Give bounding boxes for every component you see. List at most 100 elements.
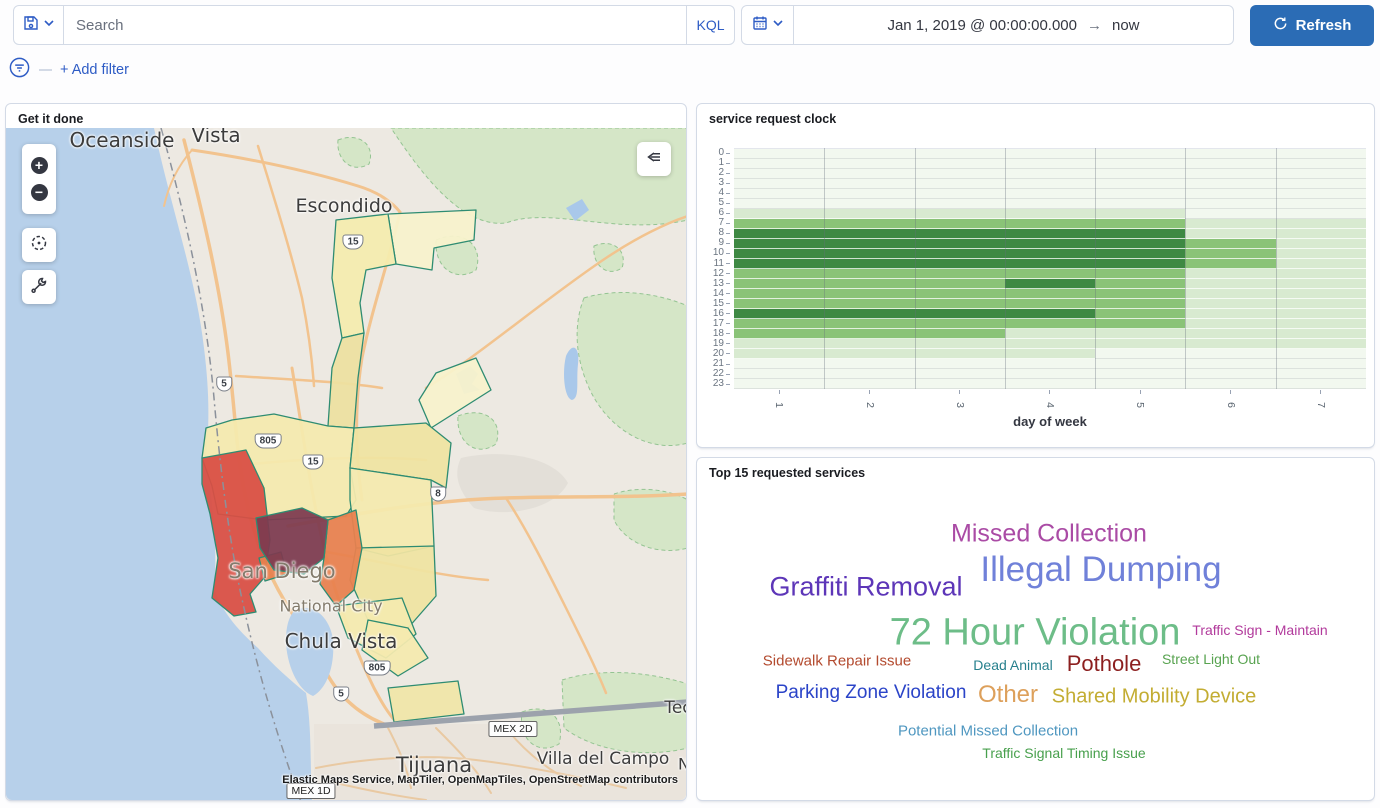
tagcloud-word[interactable]: Other xyxy=(978,681,1038,709)
heatmap-cell[interactable] xyxy=(1276,239,1366,249)
legend-toggle-button[interactable] xyxy=(637,142,671,176)
heatmap-cell[interactable] xyxy=(915,219,1005,229)
heatmap-cell[interactable] xyxy=(734,249,824,259)
heatmap-cell[interactable] xyxy=(824,359,914,369)
heatmap-cell[interactable] xyxy=(1276,169,1366,179)
heatmap-cell[interactable] xyxy=(1185,249,1275,259)
heatmap-cell[interactable] xyxy=(915,339,1005,349)
heatmap-cell[interactable] xyxy=(915,159,1005,169)
heatmap-cell[interactable] xyxy=(1095,159,1185,169)
heatmap-cell[interactable] xyxy=(1005,159,1095,169)
heatmap-cell[interactable] xyxy=(1005,289,1095,299)
tagcloud-word[interactable]: Street Light Out xyxy=(1162,651,1260,667)
add-filter-button[interactable]: + Add filter xyxy=(60,62,129,78)
heatmap-cell[interactable] xyxy=(915,319,1005,329)
tagcloud-word[interactable]: Shared Mobility Device xyxy=(1052,686,1257,709)
heatmap-cell[interactable] xyxy=(1095,149,1185,159)
heatmap-cell[interactable] xyxy=(1095,219,1185,229)
heatmap-cell[interactable] xyxy=(1185,369,1275,379)
heatmap-cell[interactable] xyxy=(1276,329,1366,339)
heatmap-cell[interactable] xyxy=(915,209,1005,219)
heatmap-cell[interactable] xyxy=(1185,169,1275,179)
heatmap-cell[interactable] xyxy=(824,169,914,179)
heatmap-cell[interactable] xyxy=(1276,199,1366,209)
heatmap-cell[interactable] xyxy=(734,239,824,249)
heatmap-cell[interactable] xyxy=(1005,379,1095,389)
heatmap-cell[interactable] xyxy=(824,279,914,289)
heatmap-cell[interactable] xyxy=(1276,259,1366,269)
heatmap-cell[interactable] xyxy=(1095,209,1185,219)
heatmap-cell[interactable] xyxy=(734,349,824,359)
heatmap-cell[interactable] xyxy=(824,149,914,159)
heatmap-cell[interactable] xyxy=(1095,169,1185,179)
heatmap-cell[interactable] xyxy=(824,379,914,389)
heatmap-cell[interactable] xyxy=(1185,259,1275,269)
heatmap-cell[interactable] xyxy=(1185,349,1275,359)
heatmap-cell[interactable] xyxy=(1095,199,1185,209)
heatmap-cell[interactable] xyxy=(1185,229,1275,239)
heatmap-cell[interactable] xyxy=(734,359,824,369)
heatmap-cell[interactable] xyxy=(824,219,914,229)
tagcloud-word[interactable]: Dead Animal xyxy=(973,657,1052,673)
heatmap-cell[interactable] xyxy=(1276,269,1366,279)
heatmap-cell[interactable] xyxy=(1276,339,1366,349)
heatmap-cell[interactable] xyxy=(824,319,914,329)
heatmap-cell[interactable] xyxy=(1276,289,1366,299)
heatmap-cell[interactable] xyxy=(824,289,914,299)
heatmap-cell[interactable] xyxy=(1095,379,1185,389)
heatmap-cell[interactable] xyxy=(1185,329,1275,339)
heatmap-cell[interactable] xyxy=(1005,239,1095,249)
heatmap-cell[interactable] xyxy=(824,339,914,349)
tagcloud-word[interactable]: Pothole xyxy=(1067,651,1142,677)
heatmap-cell[interactable] xyxy=(1005,349,1095,359)
heatmap-cell[interactable] xyxy=(734,159,824,169)
heatmap-cell[interactable] xyxy=(734,309,824,319)
heatmap-cell[interactable] xyxy=(915,329,1005,339)
heatmap-cell[interactable] xyxy=(734,329,824,339)
heatmap-cell[interactable] xyxy=(1005,369,1095,379)
date-quick-select-button[interactable] xyxy=(742,6,794,44)
heatmap-cell[interactable] xyxy=(915,199,1005,209)
heatmap-cell[interactable] xyxy=(915,349,1005,359)
heatmap-cell[interactable] xyxy=(1276,229,1366,239)
heatmap-cell[interactable] xyxy=(1005,259,1095,269)
heatmap-cell[interactable] xyxy=(1005,329,1095,339)
tagcloud-word[interactable]: 72 Hour Violation xyxy=(890,612,1181,655)
heatmap-cell[interactable] xyxy=(1185,319,1275,329)
heatmap-cell[interactable] xyxy=(1276,369,1366,379)
heatmap-cell[interactable] xyxy=(1276,319,1366,329)
heatmap-cell[interactable] xyxy=(1276,209,1366,219)
heatmap-cell[interactable] xyxy=(824,179,914,189)
heatmap-cell[interactable] xyxy=(1095,339,1185,349)
heatmap-cell[interactable] xyxy=(915,309,1005,319)
heatmap-cell[interactable] xyxy=(915,369,1005,379)
heatmap-cell[interactable] xyxy=(1276,349,1366,359)
heatmap-cell[interactable] xyxy=(734,339,824,349)
heatmap-cell[interactable] xyxy=(734,199,824,209)
heatmap-cell[interactable] xyxy=(824,259,914,269)
heatmap-cell[interactable] xyxy=(1095,189,1185,199)
heatmap-cell[interactable] xyxy=(1005,309,1095,319)
heatmap-cell[interactable] xyxy=(1095,229,1185,239)
filter-icon[interactable] xyxy=(8,56,31,84)
heatmap-cell[interactable] xyxy=(1185,209,1275,219)
heatmap-cell[interactable] xyxy=(824,309,914,319)
heatmap-cell[interactable] xyxy=(734,379,824,389)
heatmap-cell[interactable] xyxy=(734,279,824,289)
heatmap-cell[interactable] xyxy=(915,239,1005,249)
heatmap-cell[interactable] xyxy=(1276,179,1366,189)
search-input[interactable]: Search xyxy=(64,6,686,44)
heatmap-cell[interactable] xyxy=(824,299,914,309)
heatmap-cell[interactable] xyxy=(1095,349,1185,359)
heatmap-cell[interactable] xyxy=(734,179,824,189)
heatmap-cell[interactable] xyxy=(1276,149,1366,159)
saved-query-menu-button[interactable] xyxy=(14,6,64,44)
heatmap-cell[interactable] xyxy=(1095,319,1185,329)
tagcloud-word[interactable]: Parking Zone Violation xyxy=(776,682,967,704)
zoom-out-button[interactable]: − xyxy=(31,184,48,201)
heatmap-cell[interactable] xyxy=(1005,199,1095,209)
heatmap-cell[interactable] xyxy=(1276,249,1366,259)
heatmap-cell[interactable] xyxy=(1185,269,1275,279)
heatmap-cell[interactable] xyxy=(824,159,914,169)
heatmap-cell[interactable] xyxy=(824,369,914,379)
